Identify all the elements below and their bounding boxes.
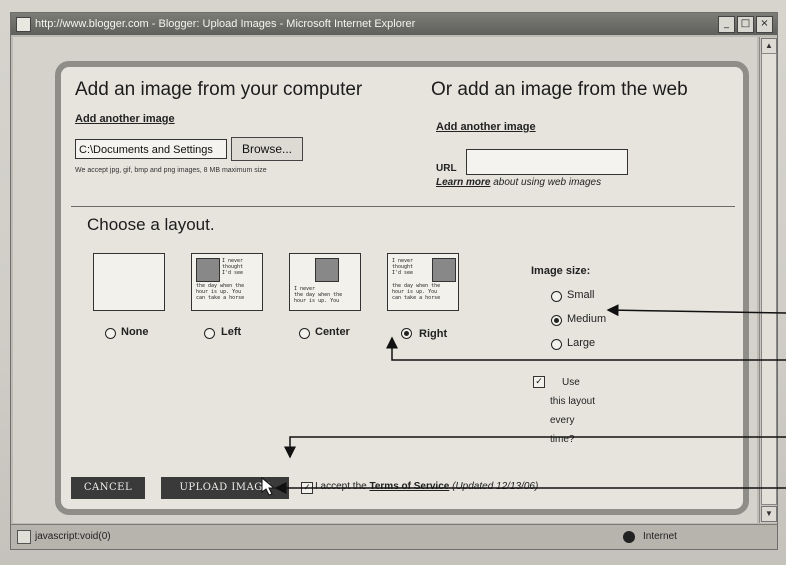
learn-more-rest: about using web images	[490, 177, 602, 188]
browser-window: http://www.blogger.com - Blogger: Upload…	[10, 12, 778, 550]
window-title: http://www.blogger.com - Blogger: Upload…	[35, 18, 416, 30]
layout-right-radio[interactable]	[401, 328, 412, 339]
status-bar: javascript:void(0) Internet	[11, 524, 777, 549]
window-controls: _ □ ×	[718, 16, 773, 33]
sample-text: I never thought I'd see	[392, 258, 414, 276]
file-path-input[interactable]: C:\Documents and Settings	[75, 139, 227, 159]
layout-none-label: None	[121, 326, 149, 338]
learn-more-link[interactable]: Learn more	[436, 177, 490, 188]
layout-none-radio[interactable]	[105, 328, 116, 339]
size-medium-label: Medium	[567, 313, 607, 325]
url-label: URL	[436, 163, 457, 174]
learn-more-text: Learn more about using web images	[436, 177, 601, 188]
cancel-button[interactable]: CANCEL	[71, 477, 145, 499]
page-status-icon	[17, 530, 31, 544]
sample-text: I never the day when the hour is up. You	[294, 286, 343, 304]
add-another-image-link-web[interactable]: Add another image	[436, 121, 536, 133]
size-large-radio[interactable]	[551, 339, 562, 350]
layout-left-radio[interactable]	[204, 328, 215, 339]
size-small-radio[interactable]	[551, 291, 562, 302]
sample-picture-icon	[432, 258, 456, 282]
url-input[interactable]	[466, 149, 628, 175]
title-bar[interactable]: http://www.blogger.com - Blogger: Upload…	[11, 13, 777, 35]
accepted-formats-note: We accept jpg, gif, bmp and png images, …	[75, 167, 267, 174]
sample-text: the day when the hour is up. You can tak…	[196, 283, 245, 301]
size-medium-radio[interactable]	[551, 315, 562, 326]
layout-center-thumbnail[interactable]: I never the day when the hour is up. You	[289, 253, 361, 311]
status-text: javascript:void(0)	[35, 531, 111, 542]
browse-button[interactable]: Browse...	[231, 137, 303, 161]
image-size-heading: Image size:	[531, 265, 591, 277]
sample-picture-icon	[315, 258, 339, 282]
layout-left-label: Left	[221, 326, 242, 338]
internet-zone-icon	[623, 531, 635, 543]
scroll-down-icon[interactable]: ▼	[761, 506, 777, 522]
terms-of-service-link[interactable]: Terms of Service	[369, 481, 449, 492]
sample-text: the day when the hour is up. You can tak…	[392, 283, 441, 301]
maximize-button[interactable]: □	[737, 16, 754, 33]
layout-center-label: Center	[315, 326, 350, 338]
terms-of-service-text: I accept the Terms of Service (Updated 1…	[315, 481, 539, 492]
layout-heading: Choose a layout.	[87, 215, 215, 234]
layout-none-thumbnail[interactable]	[93, 253, 165, 311]
sample-text: I never thought I'd see	[222, 258, 244, 276]
size-small-label: Small	[567, 289, 595, 301]
upload-images-dialog: Add an image from your computer Or add a…	[55, 61, 749, 515]
ie-page-icon	[16, 17, 31, 32]
scroll-up-icon[interactable]: ▲	[761, 38, 777, 54]
size-large-label: Large	[567, 337, 596, 349]
web-upload-heading: Or add an image from the web	[431, 79, 688, 100]
layout-center-radio[interactable]	[299, 328, 310, 339]
section-divider	[71, 206, 735, 207]
scroll-thumb[interactable]	[761, 53, 777, 505]
computer-upload-heading: Add an image from your computer	[75, 79, 363, 100]
layout-right-label: Right	[419, 328, 448, 340]
sample-picture-icon	[196, 258, 220, 282]
upload-image-button[interactable]: UPLOAD IMAGE	[161, 477, 289, 499]
accept-tos-checkbox[interactable]: ✓	[301, 482, 313, 494]
use-layout-checkbox[interactable]: ✓	[533, 376, 545, 388]
close-button[interactable]: ×	[756, 16, 773, 33]
layout-right-thumbnail[interactable]: I never thought I'd see the day when the…	[387, 253, 459, 311]
vertical-scrollbar[interactable]: ▲ ▼	[759, 37, 777, 523]
add-another-image-link-computer[interactable]: Add another image	[75, 113, 175, 125]
minimize-button[interactable]: _	[718, 16, 735, 33]
use-layout-label: Use this layout every time?	[550, 377, 596, 445]
security-zone-label: Internet	[643, 531, 677, 542]
layout-left-thumbnail[interactable]: I never thought I'd see the day when the…	[191, 253, 263, 311]
